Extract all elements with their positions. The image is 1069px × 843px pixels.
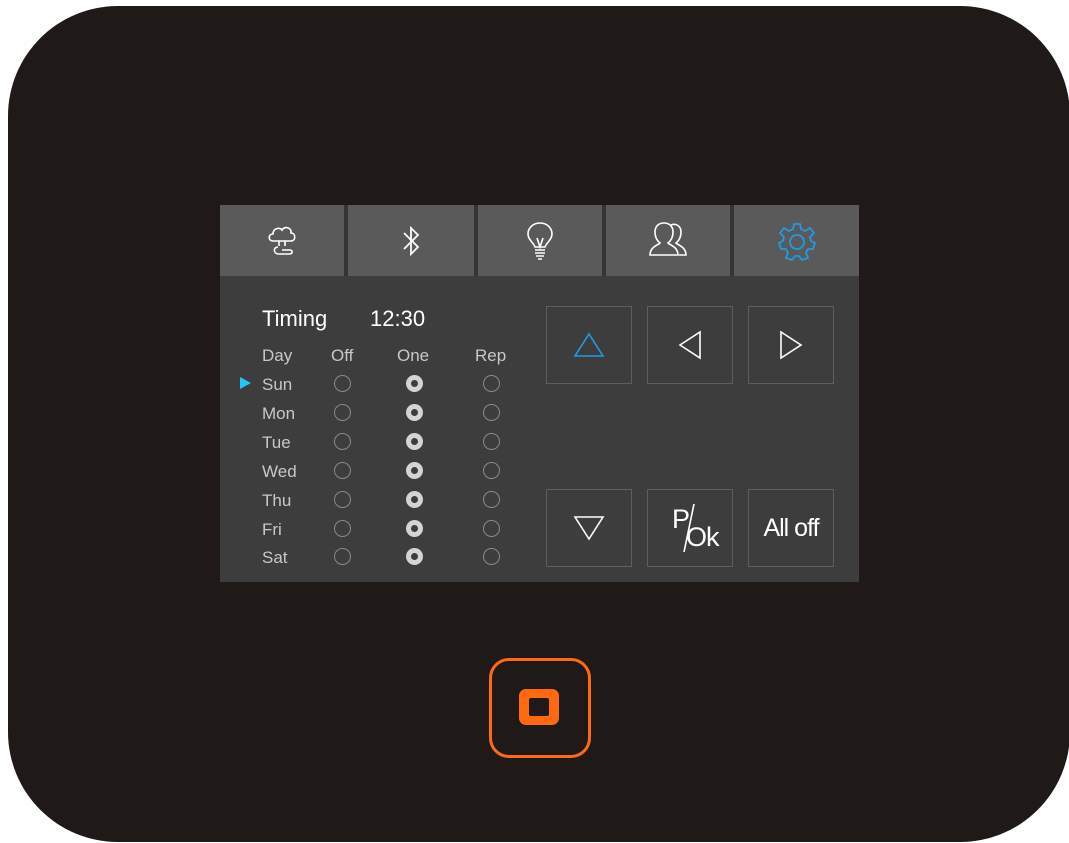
bluetooth-icon [403,225,420,256]
day-label-sun: Sun [262,375,293,394]
left-button[interactable] [647,306,733,384]
radio-thu-off[interactable] [334,491,351,508]
all-off-button[interactable]: All off [748,489,834,567]
up-button[interactable] [546,306,632,384]
tab-bluetooth[interactable] [348,205,474,276]
day-label-thu: Thu [262,491,292,510]
timing-title: Timing [262,306,328,331]
day-label-fri: Fri [262,520,282,539]
radio-wed-rep[interactable] [483,462,500,479]
header-off: Off [331,346,354,365]
right-button[interactable] [748,306,834,384]
radio-sat-one[interactable] [406,548,423,565]
radio-fri-one[interactable] [406,520,423,537]
header-day: Day [262,346,293,365]
radio-mon-one[interactable] [406,404,423,421]
header-one: One [397,346,430,365]
gear-icon [777,222,816,261]
radio-fri-rep[interactable] [483,520,500,537]
users-icon [649,221,687,256]
triangle-up-icon [573,332,605,357]
radio-sat-rep[interactable] [483,548,500,565]
radio-tue-one[interactable] [406,433,423,450]
home-button[interactable] [489,658,591,758]
radio-mon-rep[interactable] [483,404,500,421]
radio-thu-rep[interactable] [483,491,500,508]
home-square-icon [519,689,559,725]
radio-thu-one[interactable] [406,491,423,508]
tab-users[interactable] [606,205,730,276]
program-ok-button[interactable]: P Ok [647,489,733,567]
program-ok-label: P Ok [660,502,720,554]
down-button[interactable] [546,489,632,567]
all-off-label: All off [763,513,819,542]
ok-label: Ok [686,522,720,552]
radio-tue-off[interactable] [334,433,351,450]
day-label-sat: Sat [262,548,288,567]
day-label-mon: Mon [262,404,296,423]
tab-light[interactable] [478,205,602,276]
clock-time: 12:30 [370,306,426,331]
radio-sat-off[interactable] [334,548,351,565]
radio-fri-off[interactable] [334,520,351,537]
light-bulb-icon [527,221,553,260]
day-label-tue: Tue [262,433,291,452]
screen: Timing 12:30 Day Off One Rep Sun Mon Tue… [220,205,859,582]
radio-wed-off[interactable] [334,462,351,479]
cloud-tree-icon [268,226,296,255]
header-rep: Rep [475,346,507,365]
selected-day-marker [240,377,251,389]
radio-mon-off[interactable] [334,404,351,421]
day-label-wed: Wed [262,462,297,481]
radio-wed-one[interactable] [406,462,423,479]
timing-title-row: Timing 12:30 [262,306,425,332]
radio-tue-rep[interactable] [483,433,500,450]
triangle-left-icon [678,330,701,360]
triangle-down-icon [573,516,605,541]
tab-bar [220,205,859,276]
radio-sun-one[interactable] [406,375,423,392]
tab-cloud[interactable] [220,205,344,276]
triangle-right-icon [780,330,803,360]
tab-settings[interactable] [734,205,859,276]
radio-sun-rep[interactable] [483,375,500,392]
radio-sun-off[interactable] [334,375,351,392]
